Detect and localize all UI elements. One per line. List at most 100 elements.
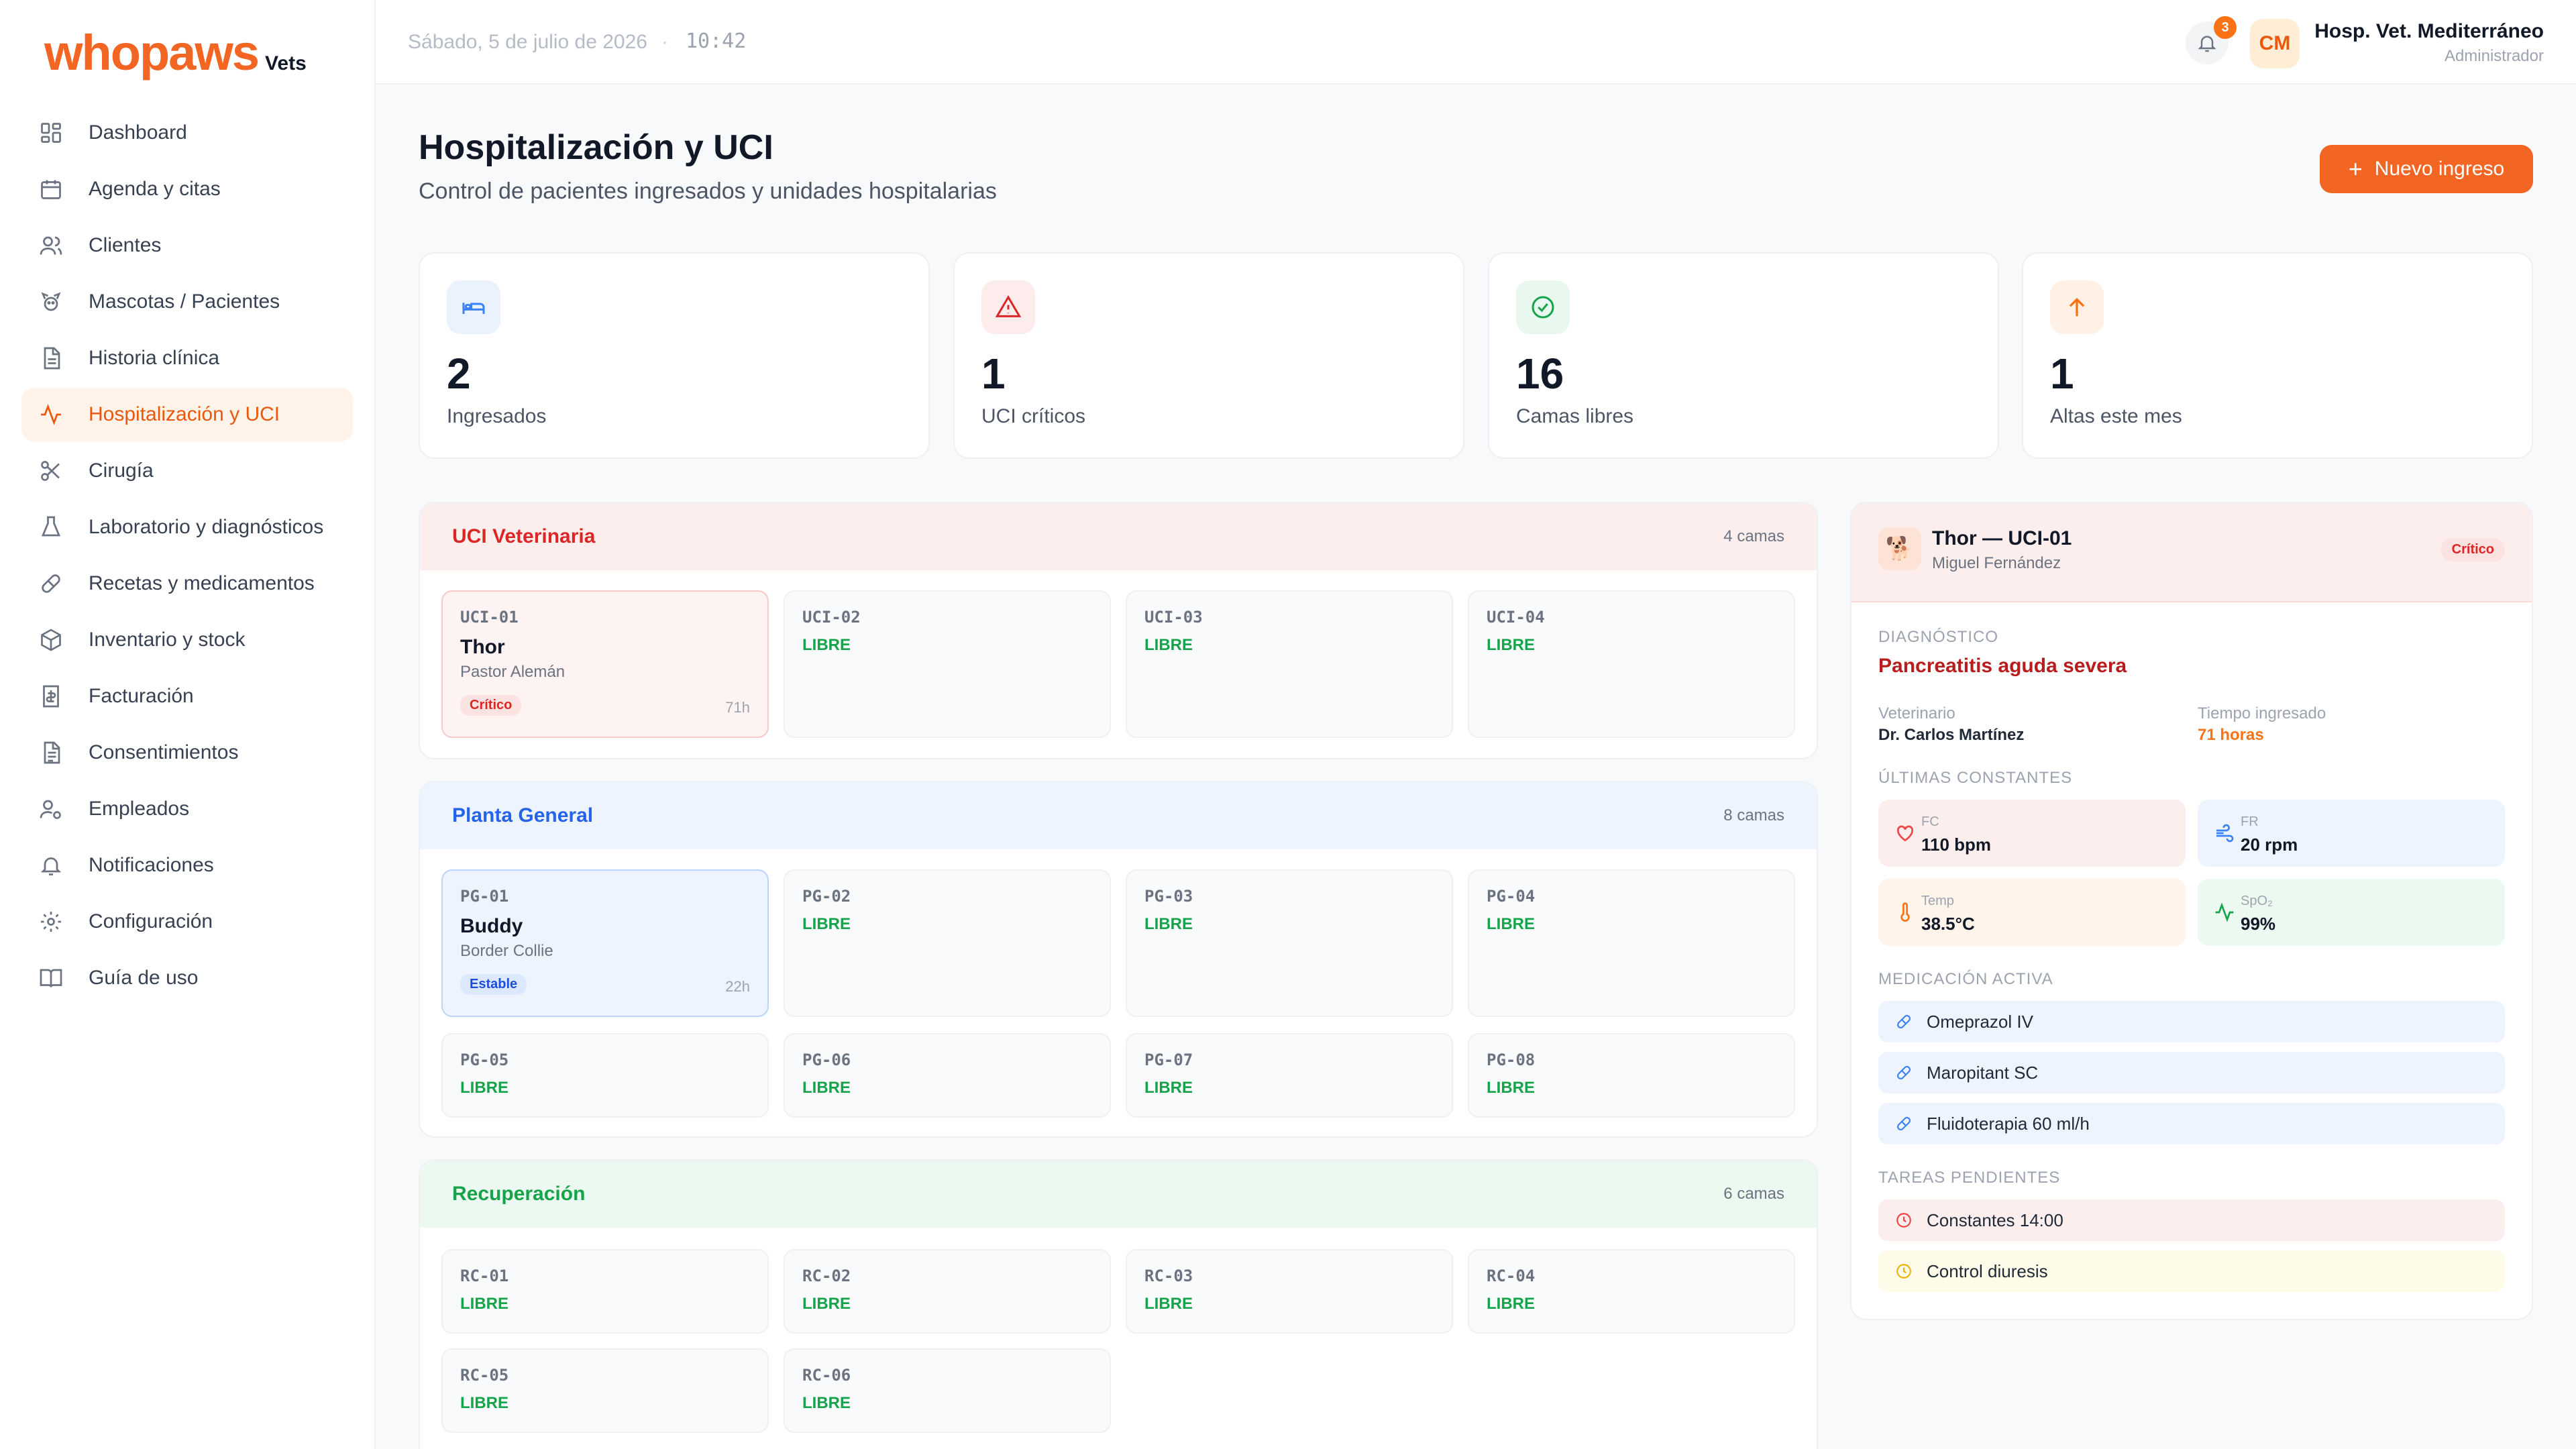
vital-card-spo2: SpO₂ 99%	[2198, 879, 2505, 946]
bed-card[interactable]: UCI-04 LIBRE	[1468, 590, 1795, 738]
sidebar-item-mascotas[interactable]: Mascotas / Pacientes	[21, 275, 353, 329]
medication-item[interactable]: Fluidoterapia 60 ml/h	[1878, 1103, 2505, 1144]
bed-card[interactable]: RC-03 LIBRE	[1126, 1249, 1453, 1334]
new-admission-button[interactable]: + Nuevo ingreso	[2320, 145, 2533, 193]
stat-value: 16	[1516, 350, 1564, 398]
bed-card[interactable]: RC-04 LIBRE	[1468, 1249, 1795, 1334]
stat-card-altas: 1 Altas este mes	[2022, 252, 2533, 459]
pulse-icon	[2214, 902, 2235, 923]
bed-free-label: LIBRE	[460, 1079, 508, 1097]
bed-free-label: LIBRE	[802, 1295, 851, 1313]
sidebar-nav: Dashboard Agenda y citas Clientes Mascot…	[21, 106, 353, 1008]
sidebar-item-label: Laboratorio y diagnósticos	[89, 516, 324, 538]
bed-card[interactable]: RC-02 LIBRE	[784, 1249, 1111, 1334]
sidebar-item-consentimientos[interactable]: Consentimientos	[21, 726, 353, 780]
grid-icon	[38, 119, 64, 146]
current-time: 10:42	[686, 30, 747, 53]
sidebar-item-notificaciones[interactable]: Notificaciones	[21, 839, 353, 892]
sidebar-item-configuracion[interactable]: Configuración	[21, 895, 353, 949]
sidebar-item-empleados[interactable]: Empleados	[21, 782, 353, 836]
bed-card[interactable]: PG-03 LIBRE	[1126, 869, 1453, 1017]
sidebar-item-laboratorio[interactable]: Laboratorio y diagnósticos	[21, 500, 353, 554]
unit-name: UCI Veterinaria	[452, 525, 596, 547]
sidebar-item-guia[interactable]: Guía de uso	[21, 951, 353, 1005]
sidebar-item-label: Historia clínica	[89, 347, 220, 369]
topbar: Sábado, 5 de julio de 2026 · 10:42 3 CM …	[376, 0, 2576, 85]
heart-icon	[1894, 822, 1916, 844]
unit-uci: UCI Veterinaria 4 camas UCI-01 Thor Past…	[419, 502, 1818, 759]
bed-card[interactable]: PG-05 LIBRE	[441, 1033, 769, 1118]
unit-count: 6 camas	[1723, 1185, 1784, 1203]
brand-suffix: Vets	[265, 52, 307, 74]
bed-card[interactable]: UCI-03 LIBRE	[1126, 590, 1453, 738]
sidebar-item-label: Notificaciones	[89, 854, 214, 876]
bed-card[interactable]: PG-07 LIBRE	[1126, 1033, 1453, 1118]
bed-code: UCI-04	[1487, 608, 1545, 627]
bed-code: RC-03	[1144, 1267, 1193, 1285]
bed-card[interactable]: RC-05 LIBRE	[441, 1348, 769, 1433]
bed-free-label: LIBRE	[802, 1079, 851, 1097]
sidebar-item-label: Guía de uso	[89, 967, 199, 989]
bell-icon	[38, 852, 64, 879]
detail-owner: Miguel Fernández	[1932, 554, 2061, 572]
stat-label: Altas este mes	[2050, 405, 2182, 427]
bed-free-label: LIBRE	[460, 1295, 508, 1313]
sidebar-item-historia[interactable]: Historia clínica	[21, 331, 353, 385]
bed-card[interactable]: PG-06 LIBRE	[784, 1033, 1111, 1118]
sidebar-item-clientes[interactable]: Clientes	[21, 219, 353, 272]
sidebar-item-label: Recetas y medicamentos	[89, 572, 315, 594]
sidebar-item-label: Empleados	[89, 798, 190, 820]
task-name: Constantes 14:00	[1927, 1210, 2063, 1230]
bed-card[interactable]: PG-02 LIBRE	[784, 869, 1111, 1017]
status-badge: Estable	[460, 974, 527, 995]
bed-card[interactable]: RC-01 LIBRE	[441, 1249, 769, 1334]
medication-item[interactable]: Omeprazol IV	[1878, 1001, 2505, 1042]
status-badge: Crítico	[2440, 538, 2505, 561]
bed-code: UCI-01	[460, 608, 519, 627]
sidebar-item-cirugia[interactable]: Cirugía	[21, 444, 353, 498]
vital-card-temp: Temp 38.5°C	[1878, 879, 2186, 946]
bed-pet-name: Buddy	[460, 915, 523, 937]
bed-pet-breed: Border Collie	[460, 942, 553, 960]
sidebar-item-recetas[interactable]: Recetas y medicamentos	[21, 557, 353, 610]
activity-icon	[38, 401, 64, 428]
arrow-up-icon	[2050, 280, 2104, 334]
current-date: Sábado, 5 de julio de 2026	[408, 31, 647, 53]
sidebar-item-facturacion[interactable]: Facturación	[21, 669, 353, 723]
bed-code: PG-07	[1144, 1051, 1193, 1069]
detail-title: Thor — UCI-01	[1932, 527, 2072, 549]
unit-header: Recuperación 6 camas	[420, 1161, 1817, 1228]
bed-card[interactable]: PG-08 LIBRE	[1468, 1033, 1795, 1118]
brand-logo[interactable]: whopaws Vets	[44, 24, 307, 81]
pill-icon	[1894, 1114, 1913, 1133]
bed-free-label: LIBRE	[1487, 636, 1535, 654]
user-name[interactable]: Hosp. Vet. Mediterráneo	[2314, 20, 2544, 43]
medication-item[interactable]: Maropitant SC	[1878, 1052, 2505, 1093]
sidebar-item-inventario[interactable]: Inventario y stock	[21, 613, 353, 667]
sidebar-item-dashboard[interactable]: Dashboard	[21, 106, 353, 160]
bed-card[interactable]: UCI-01 Thor Pastor Alemán Crítico 71h	[441, 590, 769, 738]
bell-icon	[2198, 36, 2216, 52]
bed-card[interactable]: UCI-02 LIBRE	[784, 590, 1111, 738]
sidebar-item-agenda[interactable]: Agenda y citas	[21, 162, 353, 216]
user-avatar[interactable]: CM	[2250, 19, 2300, 68]
bed-code: RC-01	[460, 1267, 509, 1285]
task-item[interactable]: Control diuresis	[1878, 1250, 2505, 1292]
bed-card[interactable]: RC-06 LIBRE	[784, 1348, 1111, 1433]
bed-hours: 22h	[725, 978, 750, 995]
pill-icon	[38, 570, 64, 597]
vet-label: Veterinario	[1878, 704, 1955, 722]
time-label: Tiempo ingresado	[2198, 704, 2326, 722]
sidebar-item-hospitalizacion[interactable]: Hospitalización y UCI	[21, 388, 353, 441]
bed-free-label: LIBRE	[1487, 915, 1535, 933]
document-icon	[38, 345, 64, 372]
clock-icon	[1894, 1262, 1913, 1281]
tasks-label: TAREAS PENDIENTES	[1878, 1169, 2061, 1187]
medication-name: Fluidoterapia 60 ml/h	[1927, 1113, 2090, 1134]
page-subtitle: Control de pacientes ingresados y unidad…	[419, 178, 997, 204]
bed-free-label: LIBRE	[802, 1394, 851, 1412]
bed-card[interactable]: PG-04 LIBRE	[1468, 869, 1795, 1017]
bed-card[interactable]: PG-01 Buddy Border Collie Estable 22h	[441, 869, 769, 1017]
bed-code: UCI-03	[1144, 608, 1203, 627]
task-item[interactable]: Constantes 14:00	[1878, 1199, 2505, 1241]
